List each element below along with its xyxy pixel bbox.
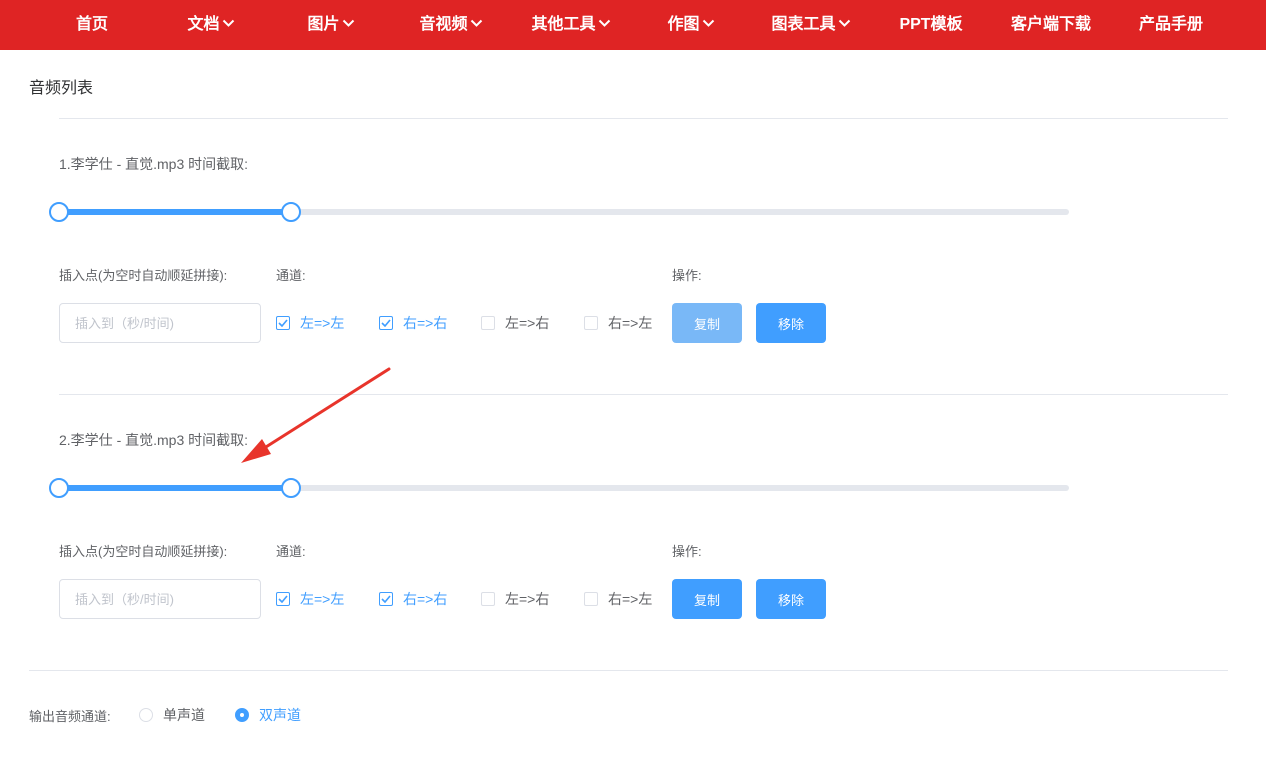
nav-item-docs[interactable]: 文档 bbox=[187, 0, 235, 50]
slider-start-handle[interactable] bbox=[49, 202, 69, 222]
channel-checkbox-left-left[interactable]: 左=>左 bbox=[276, 589, 344, 609]
channel-option-label: 右=>右 bbox=[403, 315, 448, 331]
checkbox-checked-icon bbox=[276, 316, 290, 330]
track-1-label: 1.李学仕 - 直觉.mp3 时间截取: bbox=[59, 156, 249, 172]
output-channel-label: 输出音频通道: bbox=[29, 709, 111, 724]
nav-item-label: 其他工具 bbox=[531, 16, 596, 33]
channel-checkbox-right-left[interactable]: 右=>左 bbox=[584, 589, 652, 609]
chevron-down-icon bbox=[702, 0, 715, 48]
nav-item-chart-tools[interactable]: 图表工具 bbox=[771, 0, 851, 50]
nav-item-client-download[interactable]: 客户端下载 bbox=[1011, 0, 1091, 50]
channel-option-label: 右=>右 bbox=[403, 591, 448, 607]
radio-mono[interactable]: 单声道 bbox=[139, 705, 205, 725]
channel-option-label: 左=>右 bbox=[505, 315, 550, 331]
checkbox-empty-icon bbox=[584, 592, 598, 606]
radio-selected-icon bbox=[235, 708, 249, 722]
page-title: 音频列表 bbox=[29, 80, 94, 97]
channel-option-label: 左=>右 bbox=[505, 591, 550, 607]
checkbox-empty-icon bbox=[481, 316, 495, 330]
insert-point-input[interactable] bbox=[59, 579, 261, 619]
nav-item-audio-video[interactable]: 音视频 bbox=[419, 0, 483, 50]
channel-label: 通道: bbox=[276, 268, 306, 283]
channel-checkbox-left-left[interactable]: 左=>左 bbox=[276, 313, 344, 333]
channel-option-label: 左=>左 bbox=[300, 315, 345, 331]
nav-item-other-tools[interactable]: 其他工具 bbox=[531, 0, 611, 50]
channel-checkbox-right-right[interactable]: 右=>右 bbox=[379, 313, 447, 333]
track-2-slider[interactable] bbox=[49, 478, 1069, 498]
operations-label: 操作: bbox=[672, 544, 702, 559]
divider bbox=[59, 118, 1228, 119]
slider-selected-range bbox=[59, 209, 291, 215]
remove-button[interactable]: 移除 bbox=[756, 303, 826, 343]
top-nav: 首页 文档 图片 音视频 其他工具 作图 图表工具 PPT模板 客户端下载 产品… bbox=[0, 0, 1266, 50]
nav-item-label: 产品手册 bbox=[1138, 16, 1204, 33]
divider bbox=[29, 670, 1228, 671]
chevron-down-icon bbox=[598, 0, 611, 48]
radio-option-label: 双声道 bbox=[259, 707, 301, 723]
insert-point-label: 插入点(为空时自动顺延拼接): bbox=[59, 544, 228, 559]
slider-start-handle[interactable] bbox=[49, 478, 69, 498]
nav-item-label: 客户端下载 bbox=[1010, 16, 1092, 33]
annotation-arrow-icon bbox=[241, 367, 391, 463]
radio-option-label: 单声道 bbox=[163, 707, 205, 723]
track-2-label: 2.李学仕 - 直觉.mp3 时间截取: bbox=[59, 432, 249, 448]
nav-item-label: 作图 bbox=[667, 16, 700, 33]
nav-item-drawing[interactable]: 作图 bbox=[667, 0, 715, 50]
nav-item-images[interactable]: 图片 bbox=[307, 0, 355, 50]
channel-option-label: 右=>左 bbox=[608, 315, 653, 331]
checkbox-empty-icon bbox=[481, 592, 495, 606]
nav-item-label: 音视频 bbox=[419, 16, 468, 33]
nav-item-label: PPT模板 bbox=[899, 16, 963, 33]
chevron-down-icon bbox=[222, 0, 235, 48]
radio-stereo[interactable]: 双声道 bbox=[235, 705, 301, 725]
channel-checkbox-right-left[interactable]: 右=>左 bbox=[584, 313, 652, 333]
channel-option-label: 右=>左 bbox=[608, 591, 653, 607]
channel-option-label: 左=>左 bbox=[300, 591, 345, 607]
chevron-down-icon bbox=[342, 0, 355, 48]
nav-item-label: 图片 bbox=[307, 16, 340, 33]
remove-button[interactable]: 移除 bbox=[756, 579, 826, 619]
checkbox-checked-icon bbox=[379, 592, 393, 606]
checkbox-empty-icon bbox=[584, 316, 598, 330]
slider-end-handle[interactable] bbox=[281, 202, 301, 222]
radio-empty-icon bbox=[139, 708, 153, 722]
copy-button[interactable]: 复制 bbox=[672, 579, 742, 619]
channel-label: 通道: bbox=[276, 544, 306, 559]
insert-point-input[interactable] bbox=[59, 303, 261, 343]
operations-label: 操作: bbox=[672, 268, 702, 283]
track-1-slider[interactable] bbox=[49, 202, 1069, 222]
checkbox-checked-icon bbox=[276, 592, 290, 606]
nav-item-product-manual[interactable]: 产品手册 bbox=[1139, 0, 1203, 50]
channel-checkbox-right-right[interactable]: 右=>右 bbox=[379, 589, 447, 609]
chevron-down-icon bbox=[470, 0, 483, 48]
divider bbox=[59, 394, 1228, 395]
nav-item-label: 首页 bbox=[75, 16, 109, 33]
channel-checkbox-left-right[interactable]: 左=>右 bbox=[481, 589, 549, 609]
slider-end-handle[interactable] bbox=[281, 478, 301, 498]
checkbox-checked-icon bbox=[379, 316, 393, 330]
channel-checkbox-left-right[interactable]: 左=>右 bbox=[481, 313, 549, 333]
slider-selected-range bbox=[59, 485, 291, 491]
nav-item-label: 图表工具 bbox=[771, 16, 836, 33]
nav-item-ppt-templates[interactable]: PPT模板 bbox=[899, 0, 962, 50]
nav-item-label: 文档 bbox=[187, 16, 220, 33]
chevron-down-icon bbox=[838, 0, 851, 48]
insert-point-label: 插入点(为空时自动顺延拼接): bbox=[59, 268, 228, 283]
copy-button[interactable]: 复制 bbox=[672, 303, 742, 343]
nav-item-home[interactable]: 首页 bbox=[76, 0, 108, 50]
